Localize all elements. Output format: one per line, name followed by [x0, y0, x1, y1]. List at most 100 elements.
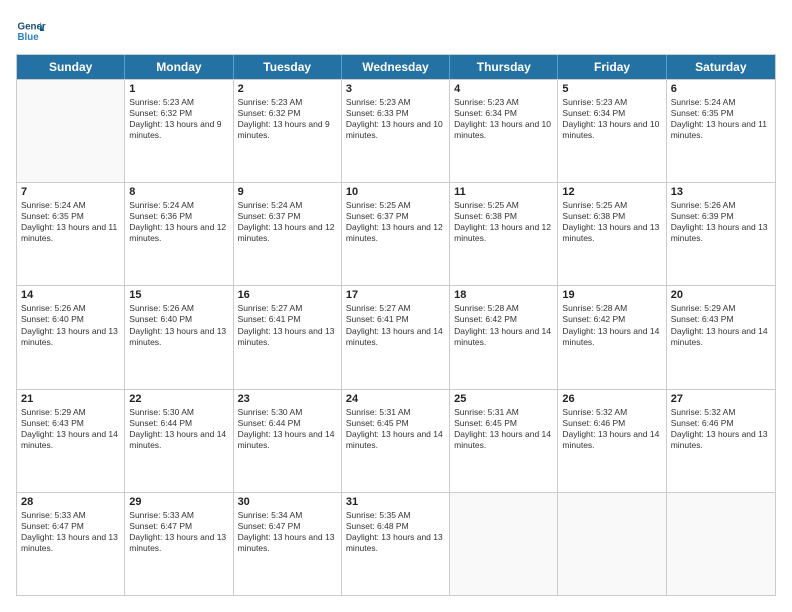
cell-info: Sunrise: 5:31 AM Sunset: 6:45 PM Dayligh… — [346, 407, 445, 451]
header-day-thursday: Thursday — [450, 55, 558, 79]
calendar-cell: 24 Sunrise: 5:31 AM Sunset: 6:45 PM Dayli… — [342, 390, 450, 492]
calendar-cell: 1 Sunrise: 5:23 AM Sunset: 6:32 PM Daylig… — [125, 80, 233, 182]
day-number: 29 — [129, 496, 228, 508]
calendar-cell: 31 Sunrise: 5:35 AM Sunset: 6:48 PM Dayli… — [342, 493, 450, 595]
day-number: 1 — [129, 83, 228, 95]
header-day-tuesday: Tuesday — [234, 55, 342, 79]
cell-info: Sunrise: 5:23 AM Sunset: 6:33 PM Dayligh… — [346, 97, 445, 141]
cell-info: Sunrise: 5:33 AM Sunset: 6:47 PM Dayligh… — [129, 510, 228, 554]
cell-info: Sunrise: 5:23 AM Sunset: 6:32 PM Dayligh… — [129, 97, 228, 141]
cell-info: Sunrise: 5:25 AM Sunset: 6:38 PM Dayligh… — [454, 200, 553, 244]
calendar-cell: 9 Sunrise: 5:24 AM Sunset: 6:37 PM Daylig… — [234, 183, 342, 285]
cell-info: Sunrise: 5:24 AM Sunset: 6:35 PM Dayligh… — [671, 97, 771, 141]
cell-info: Sunrise: 5:26 AM Sunset: 6:40 PM Dayligh… — [129, 303, 228, 347]
header-day-wednesday: Wednesday — [342, 55, 450, 79]
day-number: 14 — [21, 289, 120, 301]
calendar-row-1: 1 Sunrise: 5:23 AM Sunset: 6:32 PM Daylig… — [17, 79, 775, 182]
day-number: 24 — [346, 393, 445, 405]
calendar-cell: 17 Sunrise: 5:27 AM Sunset: 6:41 PM Dayli… — [342, 286, 450, 388]
day-number: 17 — [346, 289, 445, 301]
calendar-cell: 11 Sunrise: 5:25 AM Sunset: 6:38 PM Dayli… — [450, 183, 558, 285]
calendar-cell: 7Sunrise: 5:24 AM Sunset: 6:35 PM Daylig… — [17, 183, 125, 285]
cell-info: Sunrise: 5:31 AM Sunset: 6:45 PM Dayligh… — [454, 407, 553, 451]
day-number: 25 — [454, 393, 553, 405]
calendar-header: SundayMondayTuesdayWednesdayThursdayFrid… — [17, 55, 775, 79]
cell-info: Sunrise: 5:30 AM Sunset: 6:44 PM Dayligh… — [129, 407, 228, 451]
day-number: 6 — [671, 83, 771, 95]
calendar-cell: 5 Sunrise: 5:23 AM Sunset: 6:34 PM Daylig… — [558, 80, 666, 182]
cell-info: Sunrise: 5:35 AM Sunset: 6:48 PM Dayligh… — [346, 510, 445, 554]
day-number: 23 — [238, 393, 337, 405]
calendar-cell: 18 Sunrise: 5:28 AM Sunset: 6:42 PM Dayli… — [450, 286, 558, 388]
calendar-cell: 21 Sunrise: 5:29 AM Sunset: 6:43 PM Dayli… — [17, 390, 125, 492]
day-number: 7 — [21, 186, 120, 198]
calendar-cell — [450, 493, 558, 595]
cell-info: Sunrise: 5:28 AM Sunset: 6:42 PM Dayligh… — [454, 303, 553, 347]
day-number: 13 — [671, 186, 771, 198]
cell-info: Sunrise: 5:29 AM Sunset: 6:43 PM Dayligh… — [671, 303, 771, 347]
calendar-cell: 27Sunrise: 5:32 AM Sunset: 6:46 PM Dayli… — [667, 390, 775, 492]
day-number: 16 — [238, 289, 337, 301]
calendar-cell: 3 Sunrise: 5:23 AM Sunset: 6:33 PM Daylig… — [342, 80, 450, 182]
calendar-cell: 6 Sunrise: 5:24 AM Sunset: 6:35 PM Daylig… — [667, 80, 775, 182]
header-day-sunday: Sunday — [17, 55, 125, 79]
page: General Blue SundayMondayTuesdayWednesda… — [0, 0, 792, 612]
calendar-cell: 15 Sunrise: 5:26 AM Sunset: 6:40 PM Dayli… — [125, 286, 233, 388]
cell-info: Sunrise: 5:34 AM Sunset: 6:47 PM Dayligh… — [238, 510, 337, 554]
day-number: 11 — [454, 186, 553, 198]
calendar-cell: 8Sunrise: 5:24 AM Sunset: 6:36 PM Daylig… — [125, 183, 233, 285]
day-number: 21 — [21, 393, 120, 405]
cell-info: Sunrise: 5:24 AM Sunset: 6:37 PM Dayligh… — [238, 200, 337, 244]
cell-info: Sunrise: 5:33 AM Sunset: 6:47 PM Dayligh… — [21, 510, 120, 554]
cell-info: Sunrise: 5:27 AM Sunset: 6:41 PM Dayligh… — [238, 303, 337, 347]
day-number: 31 — [346, 496, 445, 508]
cell-info: Sunrise: 5:25 AM Sunset: 6:37 PM Dayligh… — [346, 200, 445, 244]
day-number: 2 — [238, 83, 337, 95]
cell-info: Sunrise: 5:26 AM Sunset: 6:40 PM Dayligh… — [21, 303, 120, 347]
cell-info: Sunrise: 5:30 AM Sunset: 6:44 PM Dayligh… — [238, 407, 337, 451]
calendar-cell: 22 Sunrise: 5:30 AM Sunset: 6:44 PM Dayli… — [125, 390, 233, 492]
day-number: 27 — [671, 393, 771, 405]
day-number: 30 — [238, 496, 337, 508]
calendar-row-3: 14 Sunrise: 5:26 AM Sunset: 6:40 PM Dayli… — [17, 285, 775, 388]
cell-info: Sunrise: 5:23 AM Sunset: 6:34 PM Dayligh… — [562, 97, 661, 141]
svg-text:Blue: Blue — [18, 32, 40, 43]
day-number: 3 — [346, 83, 445, 95]
day-number: 9 — [238, 186, 337, 198]
logo: General Blue — [16, 16, 46, 46]
calendar-row-2: 7Sunrise: 5:24 AM Sunset: 6:35 PM Daylig… — [17, 182, 775, 285]
calendar-cell: 25 Sunrise: 5:31 AM Sunset: 6:45 PM Dayli… — [450, 390, 558, 492]
cell-info: Sunrise: 5:29 AM Sunset: 6:43 PM Dayligh… — [21, 407, 120, 451]
day-number: 10 — [346, 186, 445, 198]
calendar-cell: 29 Sunrise: 5:33 AM Sunset: 6:47 PM Dayli… — [125, 493, 233, 595]
cell-info: Sunrise: 5:32 AM Sunset: 6:46 PM Dayligh… — [562, 407, 661, 451]
calendar-cell: 19 Sunrise: 5:28 AM Sunset: 6:42 PM Dayli… — [558, 286, 666, 388]
day-number: 22 — [129, 393, 228, 405]
calendar-cell: 12Sunrise: 5:25 AM Sunset: 6:38 PM Dayli… — [558, 183, 666, 285]
calendar-cell: 28 Sunrise: 5:33 AM Sunset: 6:47 PM Dayli… — [17, 493, 125, 595]
calendar: SundayMondayTuesdayWednesdayThursdayFrid… — [16, 54, 776, 596]
day-number: 20 — [671, 289, 771, 301]
calendar-cell: 23 Sunrise: 5:30 AM Sunset: 6:44 PM Dayli… — [234, 390, 342, 492]
day-number: 28 — [21, 496, 120, 508]
calendar-cell: 13 Sunrise: 5:26 AM Sunset: 6:39 PM Dayli… — [667, 183, 775, 285]
calendar-cell — [667, 493, 775, 595]
day-number: 12 — [562, 186, 661, 198]
header-day-saturday: Saturday — [667, 55, 775, 79]
calendar-cell: 16 Sunrise: 5:27 AM Sunset: 6:41 PM Dayli… — [234, 286, 342, 388]
day-number: 8 — [129, 186, 228, 198]
calendar-row-4: 21 Sunrise: 5:29 AM Sunset: 6:43 PM Dayli… — [17, 389, 775, 492]
header-day-monday: Monday — [125, 55, 233, 79]
calendar-cell — [558, 493, 666, 595]
cell-info: Sunrise: 5:26 AM Sunset: 6:39 PM Dayligh… — [671, 200, 771, 244]
day-number: 18 — [454, 289, 553, 301]
calendar-cell: 2Sunrise: 5:23 AM Sunset: 6:32 PM Daylig… — [234, 80, 342, 182]
day-number: 15 — [129, 289, 228, 301]
day-number: 5 — [562, 83, 661, 95]
day-number: 19 — [562, 289, 661, 301]
cell-info: Sunrise: 5:28 AM Sunset: 6:42 PM Dayligh… — [562, 303, 661, 347]
calendar-row-5: 28 Sunrise: 5:33 AM Sunset: 6:47 PM Dayli… — [17, 492, 775, 595]
cell-info: Sunrise: 5:27 AM Sunset: 6:41 PM Dayligh… — [346, 303, 445, 347]
calendar-cell: 14 Sunrise: 5:26 AM Sunset: 6:40 PM Dayli… — [17, 286, 125, 388]
day-number: 4 — [454, 83, 553, 95]
